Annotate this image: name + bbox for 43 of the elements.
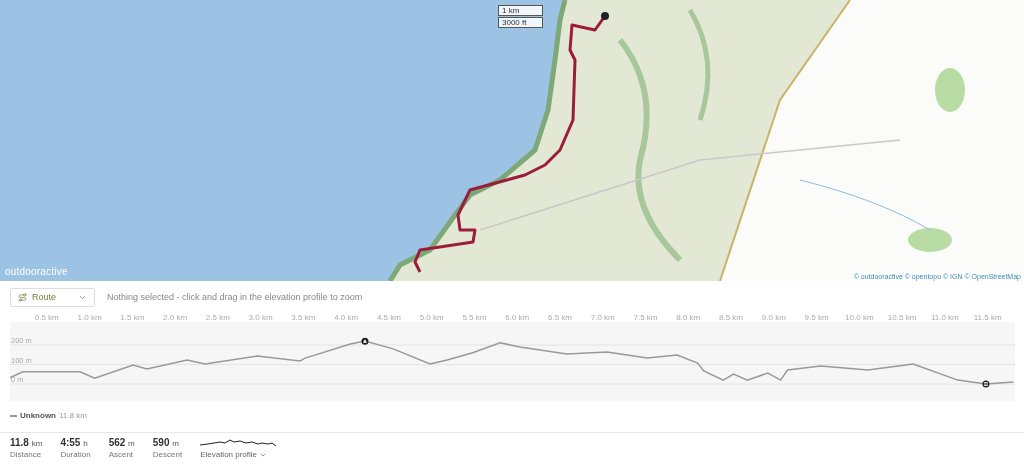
x-tick-label: 5.0 km xyxy=(419,313,444,322)
legend-value: 11.8 km xyxy=(59,411,87,420)
x-tick-label: 2.0 km xyxy=(163,313,188,322)
x-tick-label: 3.0 km xyxy=(248,313,273,322)
stat-value: 4:55 h xyxy=(60,437,89,448)
x-tick-label: 8.5 km xyxy=(719,313,744,322)
route-dropdown[interactable]: Route xyxy=(10,287,95,307)
x-tick-label: 8.0 km xyxy=(676,313,701,322)
x-tick-label: 11.5 km xyxy=(973,313,1002,322)
x-tick-label: 5.5 km xyxy=(462,313,487,322)
stat-value: 562 m xyxy=(108,437,135,448)
x-tick-label: 0.5 km xyxy=(34,313,59,322)
legend-swatch xyxy=(10,414,17,417)
logo-text: outdooractive xyxy=(5,266,68,277)
x-tick-label: 7.0 km xyxy=(590,313,615,322)
stat-label: Descent xyxy=(152,450,183,459)
x-tick-label: 6.5 km xyxy=(547,313,572,322)
x-tick-label: 4.5 km xyxy=(376,313,401,322)
stat-value: 11.8 km xyxy=(10,437,43,448)
stat-label: Ascent xyxy=(108,450,135,459)
summit-marker-icon xyxy=(361,337,369,345)
x-tick-label: 1.0 km xyxy=(77,313,102,322)
x-tick-label: 4.0 km xyxy=(334,313,359,322)
stat-label: Distance xyxy=(10,450,43,459)
x-tick-label: 3.5 km xyxy=(291,313,316,322)
x-tick-label: 10.0 km xyxy=(845,313,874,322)
x-tick-label: 7.5 km xyxy=(633,313,658,322)
elevation-profile-toggle[interactable]: Elevation profile xyxy=(200,438,277,459)
x-tick-label: 6.0 km xyxy=(505,313,530,322)
stat-value: 590 m xyxy=(152,437,180,448)
stat-label: Duration xyxy=(60,450,91,459)
finish-marker-icon xyxy=(982,380,990,388)
x-tick-label: 1.5 km xyxy=(120,313,145,322)
route-icon xyxy=(18,292,27,302)
scale-bar: 3000 ft xyxy=(498,17,543,28)
x-tick-label: 9.5 km xyxy=(804,313,829,322)
hint-text: Nothing selected - click and drag in the elevation profile to zoom xyxy=(107,292,363,302)
x-tick-label: 11.0 km xyxy=(930,313,959,322)
legend-name: Unknown xyxy=(20,411,56,420)
x-tick-label: 9.0 km xyxy=(761,313,786,322)
x-tick-label: 10.5 km xyxy=(887,313,917,322)
x-tick-label: 2.5 km xyxy=(205,313,230,322)
scale-bar: 1 km xyxy=(498,5,543,16)
